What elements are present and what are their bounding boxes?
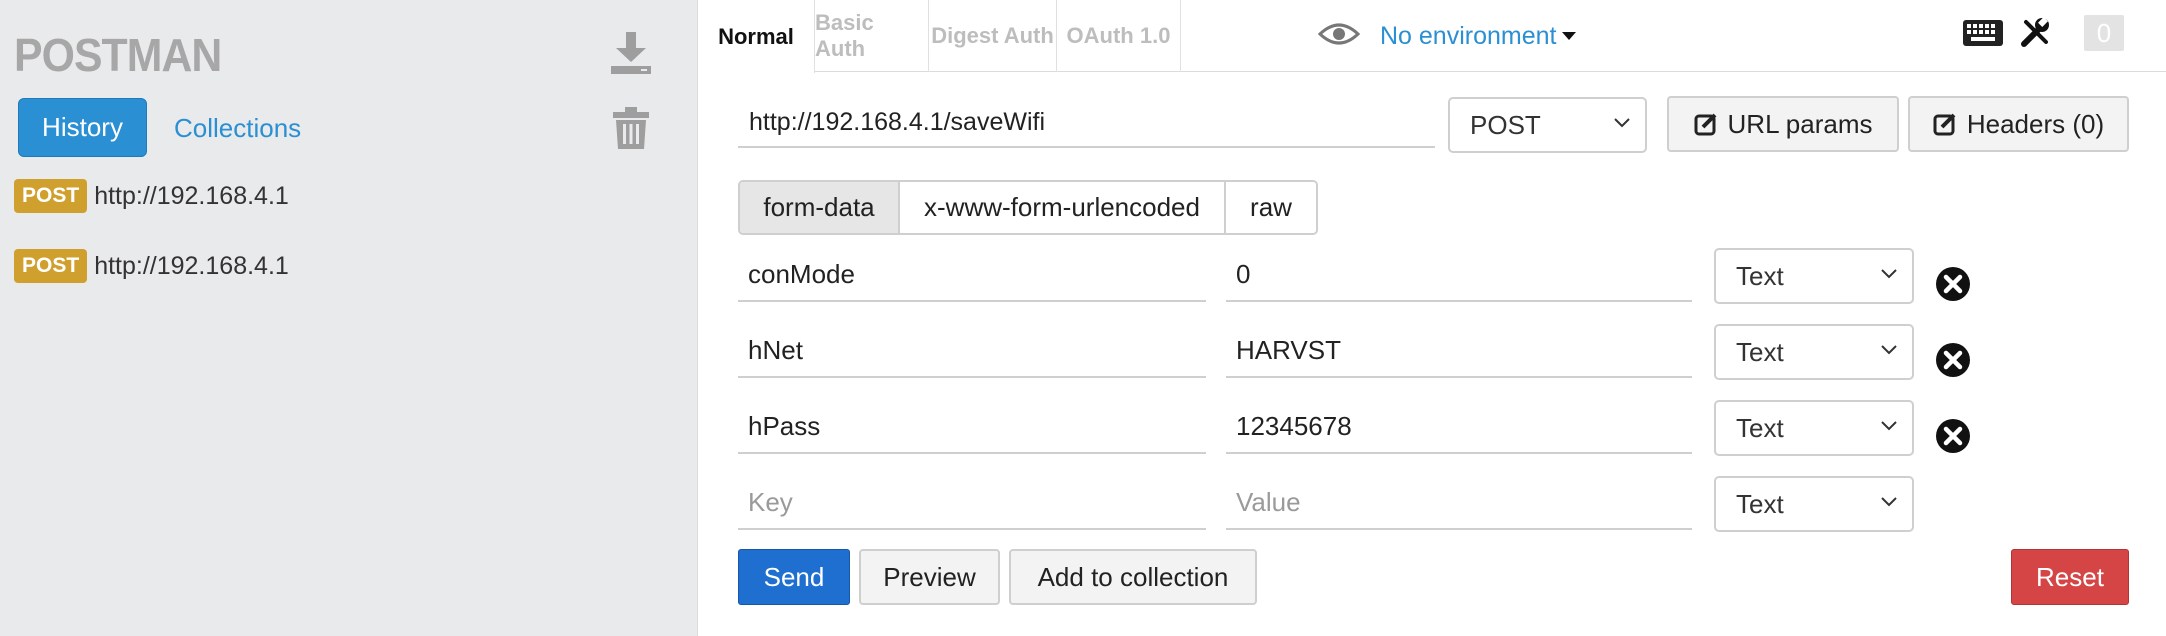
chevron-down-icon (1881, 269, 1897, 279)
chevron-down-icon (1881, 497, 1897, 507)
tab-digest-auth[interactable]: Digest Auth (929, 0, 1057, 72)
type-value: Text (1736, 488, 1784, 519)
body-type-selector: form-data x-www-form-urlencoded raw (738, 180, 1318, 235)
method-select[interactable]: POST (1448, 97, 1647, 153)
history-item[interactable]: POST http://192.168.4.1 (14, 179, 289, 213)
reset-button[interactable]: Reset (2011, 549, 2129, 605)
url-params-button[interactable]: URL params (1667, 96, 1899, 152)
tab-form-data[interactable]: form-data (740, 182, 900, 233)
remove-row-icon[interactable] (1934, 341, 1972, 384)
history-url: http://192.168.4.1 (94, 181, 289, 210)
trash-icon[interactable] (612, 106, 650, 150)
method-badge: POST (14, 179, 88, 213)
collections-tab-link[interactable]: Collections (174, 113, 301, 144)
eye-icon (1317, 21, 1361, 52)
new-key-field[interactable] (738, 476, 1206, 530)
key-field[interactable] (738, 400, 1206, 454)
app-logo: POSTMAN (14, 29, 222, 81)
send-button[interactable]: Send (738, 549, 850, 605)
tab-raw[interactable]: raw (1226, 182, 1316, 233)
request-builder: Normal Basic Auth Digest Auth OAuth 1.0 … (698, 0, 2166, 636)
value-field[interactable] (1226, 324, 1692, 378)
download-icon[interactable] (609, 30, 653, 76)
auth-tab-bar: Normal Basic Auth Digest Auth OAuth 1.0 … (698, 0, 2166, 73)
remove-row-icon[interactable] (1934, 265, 1972, 308)
headers-label: Headers (0) (1966, 108, 2105, 139)
type-value: Text (1736, 412, 1784, 443)
key-field[interactable] (738, 324, 1206, 378)
edit-icon (1933, 113, 1956, 136)
key-field[interactable] (738, 248, 1206, 302)
type-select[interactable]: Text (1714, 324, 1914, 380)
url-input[interactable] (738, 98, 1435, 148)
chevron-down-icon (1881, 345, 1897, 355)
sidebar: POSTMAN History Collections POST http://… (0, 0, 698, 636)
preview-button[interactable]: Preview (859, 549, 1000, 605)
url-params-label: URL params (1727, 108, 1873, 139)
chevron-down-icon (1614, 118, 1630, 128)
tab-urlencoded[interactable]: x-www-form-urlencoded (900, 182, 1226, 233)
type-value: Text (1736, 336, 1784, 367)
notification-counter[interactable]: 0 (2084, 15, 2124, 51)
value-field[interactable] (1226, 400, 1692, 454)
type-select[interactable]: Text (1714, 400, 1914, 456)
add-to-collection-button[interactable]: Add to collection (1009, 549, 1257, 605)
edit-icon (1694, 113, 1716, 136)
postman-app: POSTMAN History Collections POST http://… (0, 0, 2166, 636)
environment-label: No environment (1380, 21, 1557, 50)
wrench-icon[interactable] (2020, 16, 2052, 53)
type-select[interactable]: Text (1714, 248, 1914, 304)
history-url: http://192.168.4.1 (94, 251, 289, 280)
value-field[interactable] (1226, 248, 1692, 302)
tab-oauth[interactable]: OAuth 1.0 (1057, 0, 1181, 72)
tab-basic-auth[interactable]: Basic Auth (815, 0, 929, 72)
new-value-field[interactable] (1226, 476, 1692, 530)
chevron-down-icon (1562, 32, 1577, 40)
type-select[interactable]: Text (1714, 476, 1914, 532)
keyboard-icon[interactable] (1962, 19, 2004, 52)
headers-button[interactable]: Headers (0) (1908, 96, 2129, 152)
chevron-down-icon (1881, 421, 1897, 431)
remove-row-icon[interactable] (1934, 417, 1972, 460)
tab-normal[interactable]: Normal (698, 0, 815, 73)
history-tab-button[interactable]: History (18, 98, 147, 157)
method-badge: POST (14, 249, 88, 283)
environment-selector[interactable]: No environment (1317, 14, 1577, 58)
type-value: Text (1736, 260, 1784, 291)
method-value: POST (1470, 109, 1541, 140)
history-item[interactable]: POST http://192.168.4.1 (14, 249, 289, 283)
